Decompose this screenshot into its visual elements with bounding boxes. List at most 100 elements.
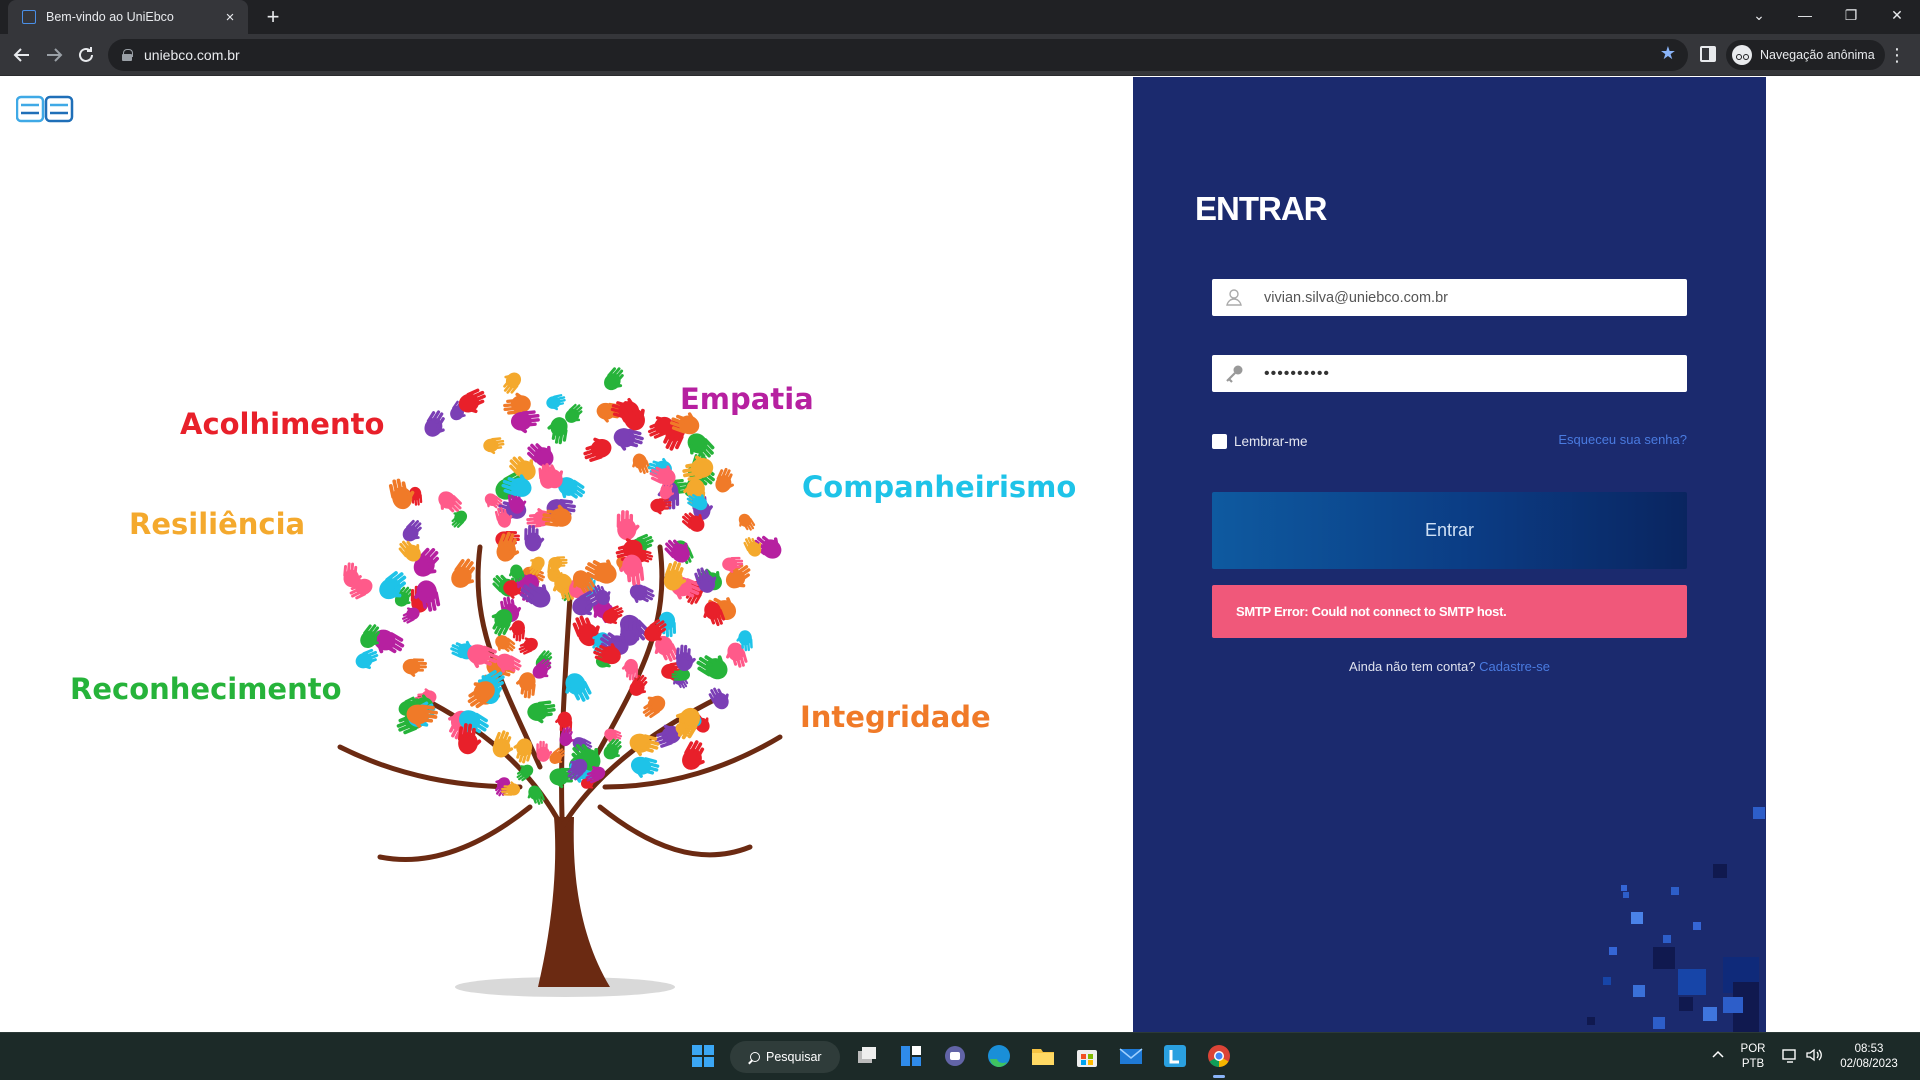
signup-text: Ainda não tem conta? — [1349, 659, 1476, 674]
restore-button[interactable]: ❐ — [1828, 0, 1874, 34]
password-field[interactable] — [1212, 355, 1687, 392]
file-explorer-icon[interactable] — [1028, 1041, 1058, 1071]
edge-icon[interactable] — [984, 1041, 1014, 1071]
signup-prompt: Ainda não tem conta? Cadastre-se — [1212, 659, 1687, 674]
forgot-password-link[interactable]: Esqueceu sua senha? — [1558, 432, 1687, 447]
language-line1: POR — [1740, 1043, 1766, 1055]
hand-leaf — [527, 700, 556, 724]
clock-time: 08:53 — [1854, 1043, 1884, 1055]
network-icon[interactable] — [1780, 1045, 1800, 1065]
hand-leaf — [715, 467, 734, 493]
hand-leaf — [527, 785, 545, 805]
chrome-icon[interactable] — [1204, 1041, 1234, 1078]
password-input[interactable] — [1254, 356, 1687, 391]
value-reconhecimento: Reconhecimento — [70, 672, 342, 706]
hand-leaf — [355, 648, 379, 670]
windows-start-icon[interactable] — [688, 1041, 718, 1071]
value-resiliencia: Resiliência — [129, 507, 306, 541]
tab-uniebco[interactable]: Bem-vindo ao UniEbco × — [8, 0, 248, 34]
hand-leaf — [632, 453, 651, 475]
clock[interactable]: 08:53 02/08/2023 — [1834, 1042, 1904, 1072]
value-companheirismo: Companheirismo — [802, 470, 1077, 504]
bookmark-star-icon[interactable]: ★ — [1660, 43, 1676, 64]
microsoft-store-icon[interactable] — [1072, 1041, 1102, 1071]
active-app-indicator — [1213, 1075, 1225, 1078]
close-window-button[interactable]: ✕ — [1874, 0, 1920, 34]
hand-leaf — [492, 730, 514, 758]
page-content: Acolhimento Empatia Companheirismo Resil… — [0, 77, 1920, 1032]
input-language[interactable]: POR PTB — [1738, 1042, 1768, 1072]
forward-arrow-icon[interactable] — [40, 41, 68, 69]
hand-leaf — [642, 695, 666, 719]
hand-leaf — [708, 687, 729, 710]
remember-me[interactable]: Lembrar-me — [1212, 434, 1308, 449]
hand-leaf — [546, 394, 566, 411]
tab-search-dropdown-icon[interactable]: ⌄ — [1736, 0, 1782, 34]
browser-tab-bar: Bem-vindo ao UniEbco × + ⌄ — ❐ ✕ — [0, 0, 1920, 34]
hand-leaf — [738, 513, 756, 531]
tray-chevron-up-icon[interactable] — [1708, 1045, 1728, 1065]
hand-leaf — [547, 417, 568, 445]
value-acolhimento: Acolhimento — [180, 407, 385, 441]
task-view-icon[interactable] — [852, 1041, 882, 1071]
key-icon — [1212, 355, 1254, 392]
incognito-badge[interactable]: Navegação anônima — [1726, 40, 1885, 70]
hand-leaf — [483, 437, 505, 455]
login-submit-button[interactable]: Entrar — [1212, 492, 1687, 569]
hand-leaf — [424, 410, 445, 437]
hand-leaf — [583, 437, 612, 462]
lock-icon[interactable] — [122, 49, 133, 61]
browser-menu-icon[interactable]: ⋮ — [1888, 42, 1906, 68]
mail-icon[interactable] — [1116, 1041, 1146, 1071]
taskbar-search[interactable]: Pesquisar — [730, 1041, 840, 1073]
hand-leaf — [613, 428, 644, 451]
email-input[interactable] — [1254, 280, 1687, 315]
values-tree-illustration: Acolhimento Empatia Companheirismo Resil… — [60, 347, 1076, 1007]
side-panel-icon[interactable] — [1700, 46, 1716, 62]
search-icon — [750, 1052, 760, 1062]
hand-leaf — [675, 644, 696, 672]
address-bar[interactable]: uniebco.com.br ★ — [108, 39, 1688, 71]
incognito-label: Navegação anônima — [1760, 48, 1875, 62]
l-app-icon[interactable] — [1160, 1041, 1190, 1071]
widgets-icon[interactable] — [896, 1041, 926, 1071]
hand-leaf — [629, 584, 655, 603]
url-text[interactable]: uniebco.com.br — [144, 47, 240, 63]
browser-toolbar: uniebco.com.br ★ Navegação anônima ⋮ — [0, 34, 1920, 76]
new-tab-button[interactable]: + — [260, 4, 286, 30]
remember-label[interactable]: Lembrar-me — [1234, 434, 1308, 449]
minimize-button[interactable]: — — [1782, 0, 1828, 34]
hand-leaves — [343, 367, 782, 805]
clock-date: 02/08/2023 — [1840, 1058, 1898, 1070]
hand-leaf — [616, 510, 640, 541]
hand-leaf — [630, 756, 660, 778]
hand-leaf — [604, 367, 624, 391]
tab-title: Bem-vindo ao UniEbco — [46, 10, 174, 24]
value-empatia: Empatia — [680, 382, 814, 416]
reload-icon[interactable] — [72, 41, 100, 69]
tab-favicon-icon — [22, 10, 36, 24]
back-arrow-icon[interactable] — [8, 41, 36, 69]
hand-leaf — [621, 658, 639, 681]
error-alert: SMTP Error: Could not connect to SMTP ho… — [1212, 585, 1687, 638]
email-field[interactable] — [1212, 279, 1687, 316]
user-icon — [1212, 279, 1254, 316]
tab-close-icon[interactable]: × — [222, 9, 238, 26]
uniebco-logo[interactable] — [16, 95, 74, 123]
incognito-icon — [1732, 45, 1752, 65]
hand-leaf — [524, 525, 545, 552]
windows-taskbar: Pesquisar POR PTB 08:53 02/08/2023 — [0, 1032, 1920, 1080]
taskbar-search-label: Pesquisar — [766, 1050, 822, 1064]
hand-leaf — [388, 478, 415, 510]
hand-leaf — [549, 747, 565, 764]
login-title: ENTRAR — [1195, 190, 1327, 227]
language-line2: PTB — [1741, 1058, 1765, 1070]
hand-leaf — [503, 372, 522, 394]
login-panel: ENTRAR Lembrar-me Esqueceu sua senha? En… — [1133, 77, 1766, 1032]
hand-leaf — [617, 401, 645, 431]
signup-link[interactable]: Cadastre-se — [1479, 659, 1550, 674]
teams-chat-icon[interactable] — [940, 1041, 970, 1071]
remember-checkbox[interactable] — [1212, 434, 1227, 449]
volume-icon[interactable] — [1804, 1045, 1824, 1065]
hand-leaf — [402, 658, 427, 677]
